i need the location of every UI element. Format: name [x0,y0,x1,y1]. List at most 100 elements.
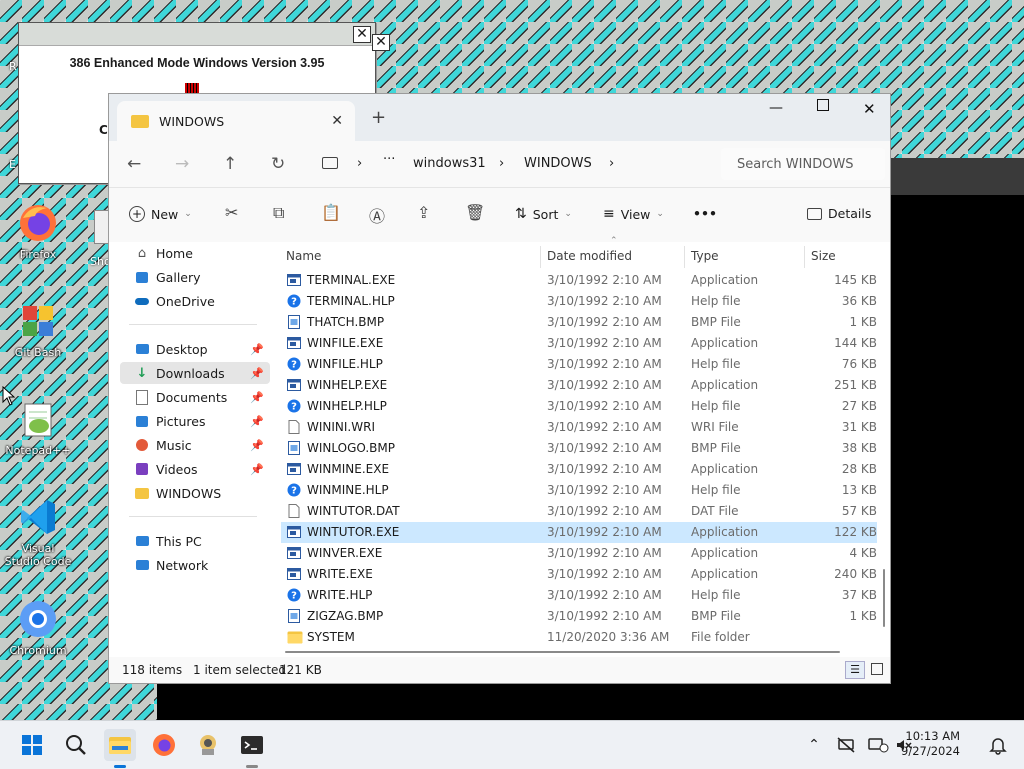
nav-item-home[interactable]: ⌂ Home [120,242,270,264]
file-size: 76 KB [841,357,877,371]
nav-separator [129,324,257,325]
nav-item-label: Home [156,245,193,261]
file-row[interactable]: WINFILE.EXE 3/10/1992 2:10 AM Application 1… [281,333,877,354]
nav-item-downloads[interactable]: ↓ Downloads 📌 [120,362,270,384]
file-row[interactable]: ZIGZAG.BMP 3/10/1992 2:10 AM BMP File 1 KB [281,606,877,627]
taskbar-terminal[interactable] [236,729,268,761]
rename-icon[interactable]: Ⓐ [369,203,385,227]
paste-icon[interactable]: 📋 [321,203,341,222]
taskbar-file-explorer[interactable] [104,729,136,761]
nav-item-pictures[interactable]: Pictures 📌 [120,410,270,432]
pin-icon[interactable]: 📌 [250,367,264,380]
start-button[interactable] [16,729,48,761]
tab-windows[interactable]: WINDOWS ✕ [117,101,355,141]
file-row[interactable]: ? TERMINAL.HLP 3/10/1992 2:10 AM Help file 3… [281,291,877,312]
column-header-size[interactable]: Size [811,242,836,270]
nav-item-documents[interactable]: Documents 📌 [120,386,270,408]
file-row[interactable]: WININI.WRI 3/10/1992 2:10 AM WRI File 31 KB [281,417,877,438]
nav-item-music[interactable]: Music 📌 [120,434,270,456]
back-button[interactable]: ← [127,154,141,174]
nav-item-onedrive[interactable]: OneDrive [120,290,270,312]
desktop-icon-git-bash[interactable]: Git Bash [4,298,72,359]
details-view-button[interactable]: ☰ [845,661,865,679]
nav-item-gallery[interactable]: Gallery [120,266,270,288]
maximize-button[interactable] [817,99,829,115]
pin-icon[interactable]: 📌 [250,415,264,428]
win31-outer-close-button[interactable]: ✕ [372,34,390,51]
folder-icon [287,630,303,644]
monitor-icon[interactable] [322,157,338,169]
taskbar-emulator[interactable] [192,729,224,761]
chevron-down-icon: ⌄ [564,209,572,219]
file-row[interactable]: WINTUTOR.DAT 3/10/1992 2:10 AM DAT File 57 … [281,501,877,522]
nav-item-this-pc[interactable]: This PC [120,530,270,552]
new-button[interactable]: + New ⌄ [129,206,192,222]
more-options-button[interactable]: ••• [693,206,717,221]
clock[interactable]: 10:13 AM 9/27/2024 [901,729,960,759]
file-size: 27 KB [841,399,877,413]
pin-icon[interactable]: 📌 [250,343,264,356]
column-header-date[interactable]: Date modified [547,242,632,270]
file-row[interactable]: ? WINHELP.HLP 3/10/1992 2:10 AM Help file 27… [281,396,877,417]
tiles-view-button[interactable] [871,663,883,675]
file-row[interactable]: WINVER.EXE 3/10/1992 2:10 AM Application 4 … [281,543,877,564]
file-row[interactable]: WINLOGO.BMP 3/10/1992 2:10 AM BMP File 38 K… [281,438,877,459]
pin-icon[interactable]: 📌 [250,463,264,476]
breadcrumb-more-button[interactable]: ··· [383,152,395,167]
refresh-button[interactable]: ↻ [271,154,285,174]
column-divider[interactable] [684,246,685,268]
vertical-scrollbar[interactable] [882,244,886,654]
desktop-icon-chromium[interactable]: Chromium [4,596,72,657]
column-divider[interactable] [540,246,541,268]
search-input[interactable]: Search WINDOWS [721,148,885,180]
file-row[interactable]: WINTUTOR.EXE 3/10/1992 2:10 AM Application… [281,522,877,543]
details-pane-button[interactable]: Details [807,206,871,221]
file-row[interactable]: WINHELP.EXE 3/10/1992 2:10 AM Application 2… [281,375,877,396]
notifications-button[interactable] [982,729,1014,761]
tab-close-icon[interactable]: ✕ [331,113,343,129]
file-row[interactable]: SYSTEM 11/20/2020 3:36 AM File folder [281,627,877,648]
show-hidden-icons-button[interactable]: ⌃ [798,729,830,761]
desktop-icon-vscode[interactable]: Visual Studio Code [4,494,72,568]
column-header-name[interactable]: Name [286,242,321,270]
breadcrumb-chevron-icon: › [609,156,615,171]
taskbar-firefox[interactable] [148,729,180,761]
cut-icon[interactable]: ✂ [225,203,238,222]
share-icon[interactable]: ⇪ [417,203,430,222]
sort-button[interactable]: ⇅ Sort ⌄ [515,206,572,222]
file-row[interactable]: ? WINFILE.HLP 3/10/1992 2:10 AM Help file 76… [281,354,877,375]
up-button[interactable]: ↑ [223,154,237,174]
nav-item-windows[interactable]: WINDOWS [120,482,270,504]
forward-button[interactable]: → [175,154,189,174]
network-status-icon[interactable] [830,729,862,761]
file-row[interactable]: WINMINE.EXE 3/10/1992 2:10 AM Application 2… [281,459,877,480]
desktop-icon-firefox[interactable]: Firefox [4,200,72,261]
scrollbar-thumb[interactable] [883,569,885,627]
pin-icon[interactable]: 📌 [250,391,264,404]
breadcrumb-windows31[interactable]: windows31 [413,156,486,171]
close-button[interactable]: ✕ [863,100,876,118]
file-row[interactable]: THATCH.BMP 3/10/1992 2:10 AM BMP File 1 KB [281,312,877,333]
nav-item-videos[interactable]: Videos 📌 [120,458,270,480]
nav-item-desktop[interactable]: Desktop 📌 [120,338,270,360]
file-row[interactable]: WRITE.EXE 3/10/1992 2:10 AM Application 240… [281,564,877,585]
delete-icon[interactable]: 🗑 [465,203,485,222]
view-button[interactable]: ≡ View ⌄ [603,206,664,222]
copy-icon[interactable]: ⧉ [273,203,284,223]
breadcrumb-windows[interactable]: WINDOWS [524,156,592,171]
search-button[interactable] [60,729,92,761]
column-divider[interactable] [804,246,805,268]
win31-dialog-titlebar[interactable]: ✕ [19,23,375,46]
file-row[interactable]: TERMINAL.EXE 3/10/1992 2:10 AM Application… [281,270,877,291]
file-date: 3/10/1992 2:10 AM [547,336,662,350]
nav-item-network[interactable]: Network [120,554,270,576]
column-header-type[interactable]: Type [691,242,719,270]
file-row[interactable]: ? WRITE.HLP 3/10/1992 2:10 AM Help file 37 K… [281,585,877,606]
horizontal-scrollbar[interactable] [285,651,840,653]
file-size: 1 KB [849,315,877,329]
minimize-button[interactable]: — [769,100,783,116]
win31-dialog-close-button[interactable]: ✕ [353,26,371,43]
file-row[interactable]: ? WINMINE.HLP 3/10/1992 2:10 AM Help file 13… [281,480,877,501]
pin-icon[interactable]: 📌 [250,439,264,452]
new-tab-button[interactable]: + [371,107,386,128]
